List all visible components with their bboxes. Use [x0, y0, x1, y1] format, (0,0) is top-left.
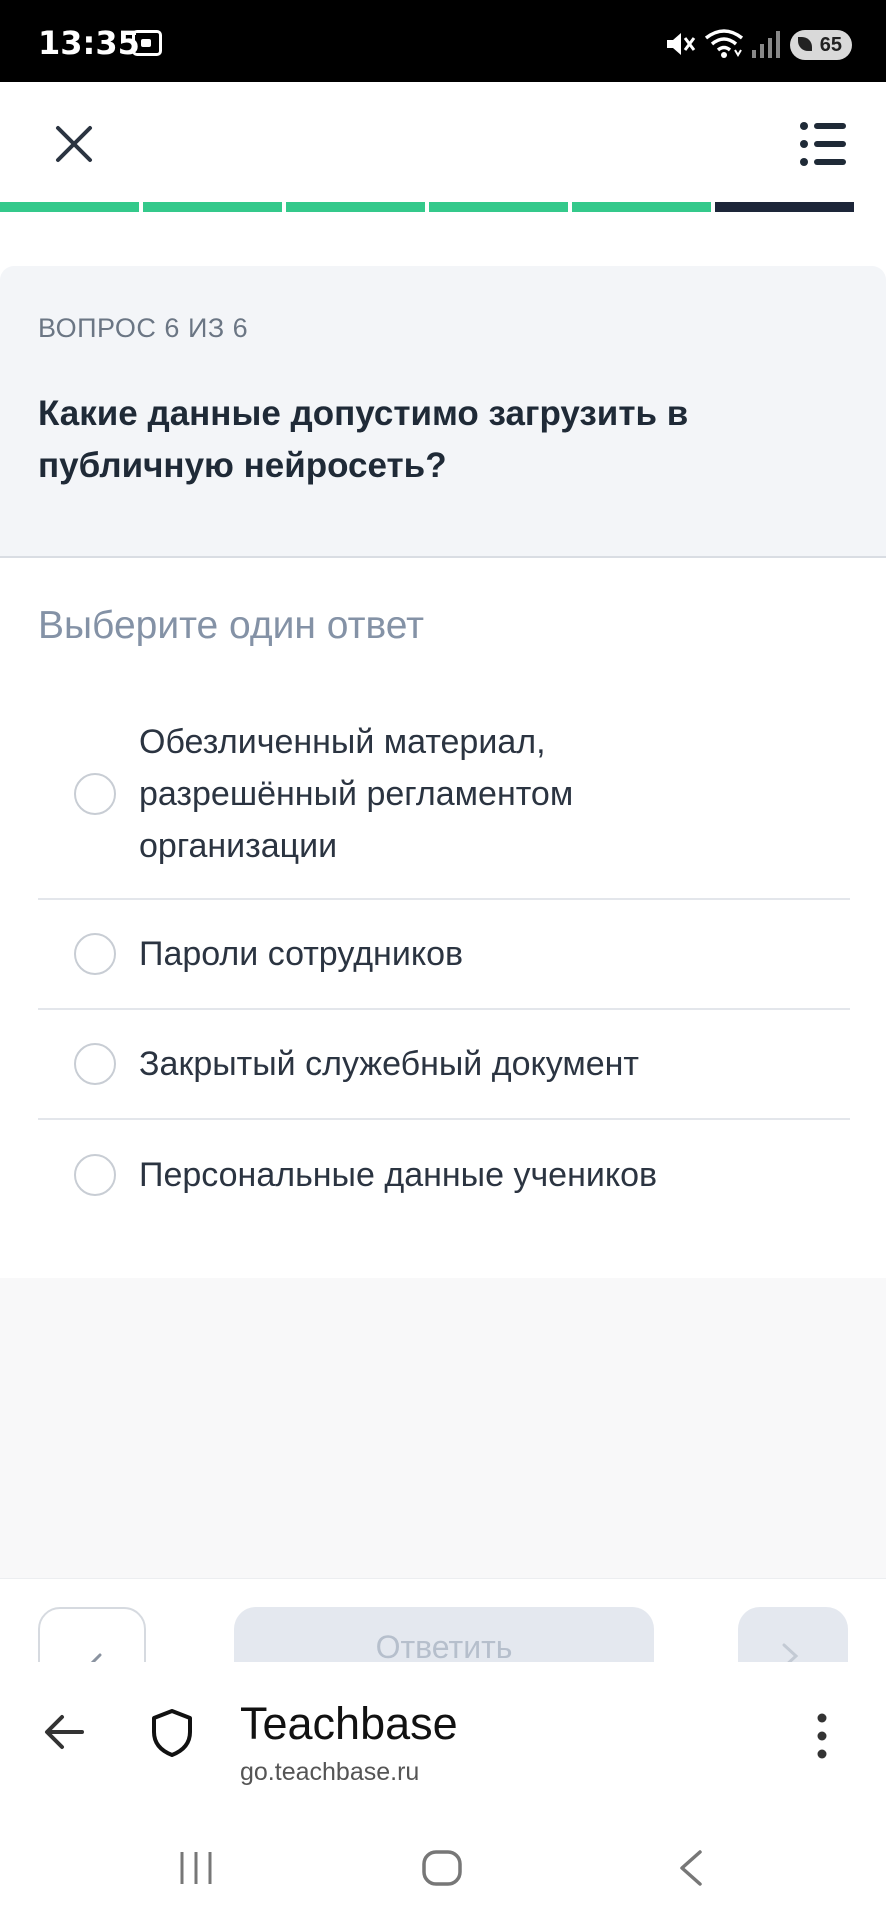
- mute-icon: [667, 33, 696, 55]
- answer-option[interactable]: Закрытый служебный документ: [38, 1010, 850, 1120]
- radio-button[interactable]: [74, 1154, 116, 1196]
- back-icon[interactable]: [676, 1848, 706, 1888]
- close-icon[interactable]: [46, 116, 102, 172]
- more-vertical-icon[interactable]: [806, 1708, 838, 1764]
- quiz-action-bar: Ответить: [0, 1578, 886, 1663]
- answer-option-label: Обезличенный материал, разрешённый регла…: [139, 723, 574, 865]
- answer-options: Обезличенный материал, разрешённый регла…: [38, 690, 850, 1230]
- progress-segment-current[interactable]: [715, 202, 854, 212]
- answer-instruction: Выберите один ответ: [38, 604, 425, 647]
- chevron-right-icon: [782, 1643, 799, 1663]
- site-title[interactable]: Teachbase: [240, 1698, 458, 1750]
- shield-icon[interactable]: [150, 1708, 194, 1758]
- answer-button[interactable]: Ответить: [234, 1607, 654, 1663]
- back-arrow-icon[interactable]: [42, 1712, 86, 1752]
- progress-segment[interactable]: [572, 202, 711, 212]
- content-background: [0, 1278, 886, 1578]
- home-icon[interactable]: [420, 1848, 464, 1888]
- answer-option-label: Персональные данные учеников: [139, 1156, 658, 1194]
- answer-option[interactable]: Пароли сотрудников: [38, 900, 850, 1010]
- screenshot-icon: [132, 30, 162, 56]
- progress-segment[interactable]: [286, 202, 425, 212]
- signal-icon: [752, 31, 780, 58]
- progress-segment[interactable]: [0, 202, 139, 212]
- question-text: Какие данные допустимо загрузить в публи…: [38, 394, 689, 485]
- status-bar: 13:35 65: [0, 0, 886, 82]
- battery-level: 65: [819, 34, 842, 56]
- answer-option-label: Закрытый служебный документ: [139, 1045, 639, 1083]
- status-time: 13:35: [38, 24, 140, 62]
- radio-button[interactable]: [74, 773, 116, 815]
- browser-bar: Teachbase go.teachbase.ru: [0, 1662, 886, 1812]
- answer-option[interactable]: Персональные данные учеников: [38, 1120, 850, 1230]
- question-card: ВОПРОС 6 ИЗ 6 Какие данные допустимо заг…: [0, 266, 886, 558]
- quiz-header: [0, 82, 886, 200]
- question-number: ВОПРОС 6 ИЗ 6: [38, 313, 249, 343]
- radio-button[interactable]: [74, 933, 116, 975]
- site-url[interactable]: go.teachbase.ru: [240, 1758, 419, 1787]
- pencil-icon: [89, 1653, 102, 1663]
- wifi-icon: [704, 29, 744, 58]
- system-nav-bar: [0, 1812, 886, 1920]
- next-button[interactable]: [738, 1607, 848, 1663]
- battery-saver-icon: [798, 37, 812, 51]
- progress-segment[interactable]: [429, 202, 568, 212]
- answer-option[interactable]: Обезличенный материал, разрешённый регла…: [38, 690, 850, 900]
- answer-option-label: Пароли сотрудников: [139, 935, 464, 973]
- radio-button[interactable]: [74, 1043, 116, 1085]
- edit-button[interactable]: [38, 1607, 146, 1663]
- recent-apps-icon[interactable]: [176, 1850, 216, 1886]
- list-menu-icon[interactable]: [794, 116, 850, 172]
- progress-segment[interactable]: [143, 202, 282, 212]
- question-progress: [0, 202, 854, 214]
- battery-icon: 65: [790, 30, 852, 60]
